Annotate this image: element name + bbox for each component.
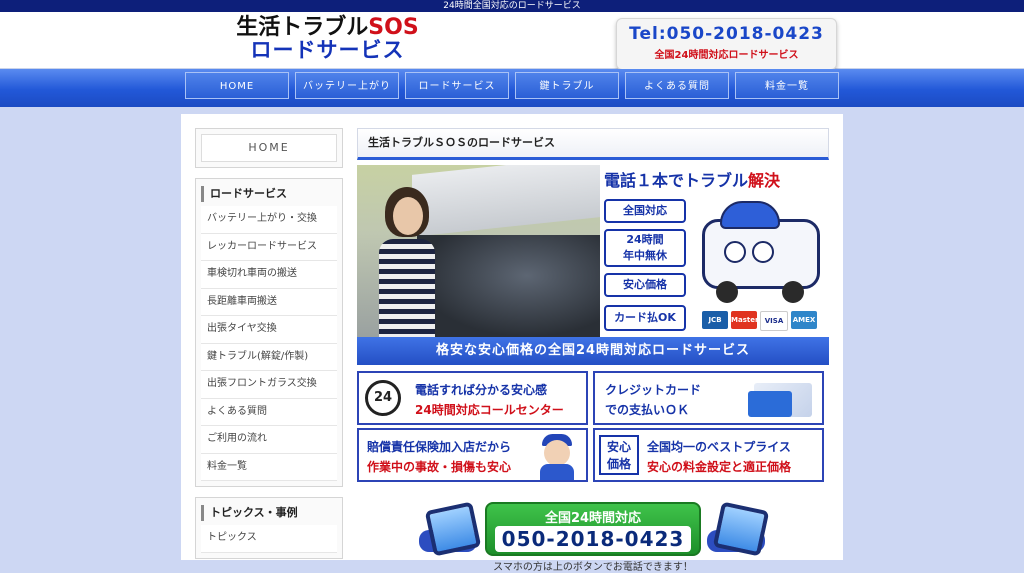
sidebar-item-pricing[interactable]: 料金一覧 bbox=[201, 453, 337, 481]
badge-24h: 24時間 年中無休 bbox=[604, 229, 686, 267]
sidebar-item-flow[interactable]: ご利用の流れ bbox=[201, 426, 337, 454]
woman-figure bbox=[375, 183, 435, 337]
sidebar-menu-topics: トピックス・事例 トピックス bbox=[195, 497, 343, 559]
site-header: 生活トラブルSOS ロードサービス Tel:050-2018-0423 全国24… bbox=[0, 12, 1024, 70]
card-logos: JCB Master VISA AMEX bbox=[702, 311, 820, 331]
call-button[interactable]: 全国24時間対応 050-2018-0423 bbox=[485, 502, 701, 556]
global-nav: HOME バッテリー上がり ロードサービス 鍵トラブル よくある質問 料金一覧 bbox=[0, 69, 1024, 107]
nav-faq[interactable]: よくある質問 bbox=[625, 72, 729, 99]
call-note: スマホの方は上のボタンでお電話できます！ bbox=[493, 562, 693, 573]
badge-safe-price: 安心価格 bbox=[604, 273, 686, 297]
mastercard-icon: Master bbox=[731, 311, 758, 329]
sidebar-section-title-topics: トピックス・事例 bbox=[201, 505, 337, 521]
safe-price-icon: 安心 価格 bbox=[599, 435, 639, 475]
clock-24-icon: 24 bbox=[365, 380, 401, 416]
sidebar-item-key[interactable]: 鍵トラブル(解錠/作製) bbox=[201, 343, 337, 371]
hero-photo bbox=[357, 165, 600, 337]
sidebar-home-button[interactable]: HOME bbox=[201, 134, 337, 162]
feature-4-line1: 全国均一のベストプライス bbox=[647, 440, 791, 454]
sidebar-item-windshield[interactable]: 出張フロントガラス交換 bbox=[201, 371, 337, 399]
call-button-label: 全国24時間対応 bbox=[544, 511, 642, 526]
phone-number[interactable]: Tel:050-2018-0423 bbox=[617, 24, 836, 44]
content-wrapper: HOME ロードサービス バッテリー上がり・交換 レッカーロードサービス 車検切… bbox=[181, 114, 843, 573]
amex-icon: AMEX bbox=[791, 311, 817, 329]
nav-road-service[interactable]: ロードサービス bbox=[405, 72, 509, 99]
hero-banner: 電話１本でトラブル解決 全国対応 24時間 年中無休 安心価格 カード払OK JC… bbox=[357, 165, 829, 365]
sidebar-menu-road: ロードサービス バッテリー上がり・交換 レッカーロードサービス 車検切れ車両の搬… bbox=[195, 178, 343, 487]
feature-credit-card: クレジットカード での支払いＯＫ bbox=[593, 371, 824, 425]
call-button-number: 050-2018-0423 bbox=[495, 526, 691, 552]
sidebar-item-expired-vehicle[interactable]: 車検切れ車両の搬送 bbox=[201, 261, 337, 289]
phone-box[interactable]: Tel:050-2018-0423 全国24時間対応ロードサービス bbox=[616, 18, 837, 70]
nav-home[interactable]: HOME bbox=[185, 72, 289, 99]
feature-1-line2: 24時間対応コールセンター bbox=[415, 403, 564, 417]
logo-text-1: 生活トラブル bbox=[236, 15, 369, 40]
smartphone-icon-left bbox=[419, 501, 482, 557]
car-engine bbox=[417, 235, 600, 337]
nav-key-trouble[interactable]: 鍵トラブル bbox=[515, 72, 619, 99]
visa-icon: VISA bbox=[760, 311, 788, 331]
sidebar-item-topics[interactable]: トピックス bbox=[201, 525, 337, 553]
badge-nationwide: 全国対応 bbox=[604, 199, 686, 223]
feature-2-line1: クレジットカード bbox=[605, 383, 702, 397]
phone-subtext: 全国24時間対応ロードサービス bbox=[654, 50, 799, 61]
van-mascot-icon bbox=[696, 201, 824, 303]
main-content: 生活トラブルＳＯＳのロードサービス 電話１本でトラブル解決 全国対応 24時間年… bbox=[357, 128, 829, 573]
sidebar: HOME ロードサービス バッテリー上がり・交換 レッカーロードサービス 車検切… bbox=[195, 128, 343, 569]
promo-headline: 電話１本でトラブル解決 bbox=[604, 171, 781, 190]
feature-4-line2: 安心の料金設定と適正価格 bbox=[647, 460, 792, 474]
feature-3-line1: 賠償責任保険加入店だから bbox=[367, 440, 512, 454]
sidebar-item-long-distance[interactable]: 長距離車両搬送 bbox=[201, 288, 337, 316]
jcb-icon: JCB bbox=[702, 311, 728, 329]
feature-1-line1: 電話すれば分かる安心感 bbox=[415, 383, 548, 397]
logo-sos: SOS bbox=[368, 15, 419, 40]
credit-card-front-icon bbox=[748, 391, 792, 417]
page-title: 生活トラブルＳＯＳのロードサービス bbox=[357, 128, 829, 160]
sidebar-item-battery[interactable]: バッテリー上がり・交換 bbox=[201, 206, 337, 234]
nav-pricing[interactable]: 料金一覧 bbox=[735, 72, 839, 99]
mechanic-icon bbox=[536, 434, 578, 480]
feature-3-line2: 作業中の事故・損傷も安心 bbox=[367, 460, 512, 474]
sidebar-item-wrecker[interactable]: レッカーロードサービス bbox=[201, 233, 337, 261]
sidebar-home-box: HOME bbox=[195, 128, 343, 168]
nav-battery[interactable]: バッテリー上がり bbox=[295, 72, 399, 99]
feature-2-line2: での支払いＯＫ bbox=[605, 403, 690, 417]
car-hood bbox=[412, 165, 600, 237]
promo-panel: 電話１本でトラブル解決 全国対応 24時間 年中無休 安心価格 カード払OK JC… bbox=[600, 165, 829, 337]
logo-text-2: ロードサービス bbox=[250, 38, 405, 62]
smartphone-icon-right bbox=[707, 501, 770, 557]
feature-call-center: 24 電話すれば分かる安心感 24時間対応コールセンター bbox=[357, 371, 588, 425]
top-bar-text: 24時間全国対応のロードサービス bbox=[443, 1, 581, 11]
sidebar-item-faq[interactable]: よくある質問 bbox=[201, 398, 337, 426]
sidebar-item-tire[interactable]: 出張タイヤ交換 bbox=[201, 316, 337, 344]
site-logo[interactable]: 生活トラブルSOS ロードサービス bbox=[230, 15, 425, 62]
sidebar-section-title: ロードサービス bbox=[201, 186, 337, 202]
top-bar: 24時間全国対応のロードサービス bbox=[0, 0, 1024, 12]
feature-pricing: 安心 価格 全国均一のベストプライス 安心の料金設定と適正価格 bbox=[593, 428, 824, 482]
badge-card-ok: カード払OK bbox=[604, 305, 686, 331]
feature-insurance: 賠償責任保険加入店だから 作業中の事故・損傷も安心 bbox=[357, 428, 588, 482]
hero-caption: 格安な安心価格の全国24時間対応ロードサービス bbox=[357, 337, 829, 365]
